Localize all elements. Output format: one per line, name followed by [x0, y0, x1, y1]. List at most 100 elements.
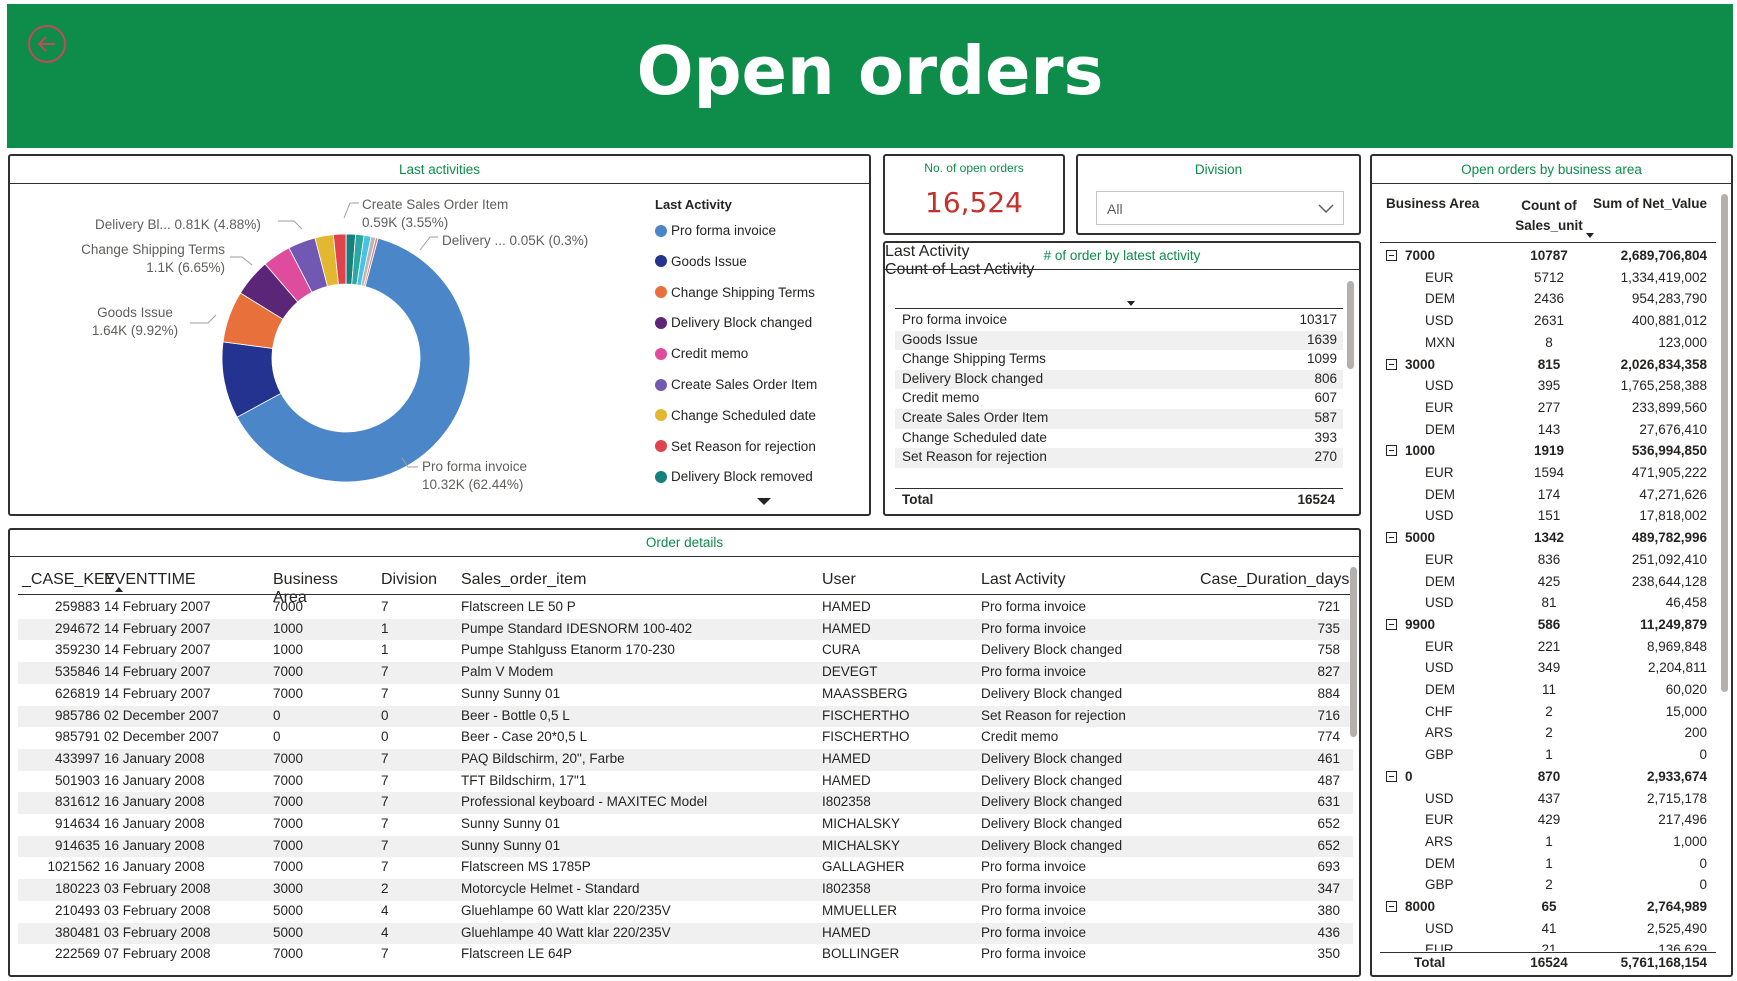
- activity-name-cell: Pro forma invoice: [902, 312, 1008, 327]
- table-row[interactable]: 210493 03 February 2008 5000 4 Gluehlampe 60…: [18, 901, 1353, 923]
- subrow[interactable]: USD 2631 400,881,012: [1380, 311, 1716, 333]
- legend-item[interactable]: Set Reason for rejection: [655, 439, 816, 454]
- legend-item[interactable]: Goods Issue: [655, 254, 747, 269]
- business-area-cell: 0: [273, 707, 281, 723]
- collapse-icon[interactable]: [1386, 770, 1397, 782]
- subrow[interactable]: USD 349 2,204,811: [1380, 658, 1716, 680]
- case-duration-cell: 436: [1317, 924, 1340, 940]
- subrow[interactable]: EUR 221 8,969,848: [1380, 637, 1716, 659]
- table-row[interactable]: Goods Issue 1639: [895, 330, 1343, 351]
- table-row[interactable]: 914634 16 January 2008 7000 7 Sunny Sunny 01…: [18, 814, 1353, 836]
- group-row[interactable]: 9900 586 11,249,879: [1380, 615, 1716, 637]
- group-row[interactable]: 7000 10787 2,689,706,804: [1380, 246, 1716, 268]
- table-row[interactable]: 914635 16 January 2008 7000 7 Sunny Sunny 01…: [18, 835, 1353, 858]
- count-cell: 349: [1537, 660, 1561, 676]
- legend-item[interactable]: Change Scheduled date: [655, 408, 816, 423]
- table-row[interactable]: 259883 14 February 2007 7000 7 Flatscreen LE…: [18, 597, 1353, 619]
- table-row[interactable]: Credit memo 607: [895, 389, 1343, 409]
- collapse-icon[interactable]: [1386, 618, 1397, 630]
- case-duration-cell: 652: [1317, 837, 1340, 853]
- table-row[interactable]: 535846 14 February 2007 7000 7 Palm V Modem D…: [18, 662, 1353, 684]
- table-row[interactable]: 294672 14 February 2007 1000 1 Pumpe Standar…: [18, 618, 1353, 641]
- subrow[interactable]: USD 151 17,818,002: [1380, 506, 1716, 528]
- scrollbar[interactable]: [1721, 194, 1728, 692]
- count-cell: 277: [1537, 399, 1561, 415]
- business-area-cell: 5000: [273, 924, 304, 940]
- legend-item[interactable]: Change Shipping Terms: [655, 285, 815, 300]
- subrow[interactable]: USD 41 2,525,490: [1380, 919, 1716, 941]
- scrollbar[interactable]: [1350, 567, 1357, 737]
- subrow[interactable]: USD 81 46,458: [1380, 593, 1716, 615]
- column-header-division[interactable]: Division: [381, 571, 451, 589]
- legend-item[interactable]: Credit memo: [655, 346, 748, 361]
- table-row[interactable]: Set Reason for rejection 270: [895, 448, 1343, 468]
- subrow[interactable]: DEM 11 60,020: [1380, 680, 1716, 702]
- collapse-icon[interactable]: [1386, 445, 1397, 457]
- column-header-case-duration[interactable]: Case_Duration_days: [1200, 571, 1349, 589]
- legend-scroll-down-icon[interactable]: [757, 498, 771, 505]
- division-dropdown[interactable]: All: [1096, 191, 1344, 225]
- group-row[interactable]: 8000 65 2,764,989: [1380, 897, 1716, 919]
- activity-count-cell: 607: [1314, 390, 1337, 406]
- subrow[interactable]: CHF 2 15,000: [1380, 702, 1716, 724]
- subrow[interactable]: EUR 836 251,092,410: [1380, 550, 1716, 572]
- legend-item[interactable]: Delivery Block removed: [655, 469, 813, 484]
- column-header-sales-order-item[interactable]: Sales_order_item: [461, 571, 791, 589]
- subrow[interactable]: DEM 143 27,676,410: [1380, 420, 1716, 442]
- table-row[interactable]: 985786 02 December 2007 0 0 Beer - Bottle 0,…: [18, 705, 1353, 728]
- subrow[interactable]: EUR 1594 471,905,222: [1380, 463, 1716, 485]
- subrow[interactable]: ARS 2 200: [1380, 723, 1716, 745]
- column-header-last-activity[interactable]: Last Activity: [981, 571, 1181, 589]
- subrow[interactable]: DEM 1 0: [1380, 854, 1716, 876]
- subrow[interactable]: USD 437 2,715,178: [1380, 789, 1716, 811]
- subrow[interactable]: DEM 2436 954,283,790: [1380, 289, 1716, 311]
- column-header-user[interactable]: User: [822, 571, 972, 589]
- last-activity-cell: Pro forma invoice: [981, 859, 1087, 875]
- column-header-count[interactable]: Count of Last Activity: [885, 261, 1359, 279]
- group-row[interactable]: 0 870 2,933,674: [1380, 767, 1716, 789]
- subrow[interactable]: ARS 1 1,000: [1380, 832, 1716, 854]
- activity-count-cell: 806: [1314, 370, 1337, 386]
- legend-item[interactable]: Pro forma invoice: [655, 223, 776, 238]
- subrow[interactable]: DEM 425 238,644,128: [1380, 572, 1716, 594]
- table-row[interactable]: 626819 14 February 2007 7000 7 Sunny Sunny 0…: [18, 684, 1353, 706]
- table-row[interactable]: 501903 16 January 2008 7000 7 TFT Bildschirm…: [18, 771, 1353, 793]
- subrow[interactable]: MXN 8 123,000: [1380, 333, 1716, 355]
- table-row[interactable]: Change Scheduled date 393: [895, 429, 1343, 449]
- group-row[interactable]: 5000 1342 489,782,996: [1380, 528, 1716, 550]
- count-cell: 143: [1537, 421, 1561, 437]
- subrow[interactable]: GBP 2 0: [1380, 875, 1716, 897]
- table-row[interactable]: 222569 07 February 2008 7000 7 Flatscreen LE…: [18, 944, 1353, 966]
- legend-item[interactable]: Create Sales Order Item: [655, 377, 817, 392]
- subrow[interactable]: EUR 21 136,629: [1380, 940, 1716, 951]
- table-row[interactable]: Pro forma invoice 10317: [895, 311, 1343, 331]
- column-header-case-key[interactable]: _CASE_KEY: [22, 571, 115, 589]
- subrow[interactable]: USD 395 1,765,258,388: [1380, 376, 1716, 398]
- column-header-eventtime[interactable]: EVENTTIME: [104, 571, 244, 589]
- legend-item[interactable]: Delivery Block changed: [655, 315, 812, 330]
- collapse-icon[interactable]: [1386, 532, 1397, 544]
- table-row[interactable]: 1021562 16 January 2008 7000 7 Flatscreen MS…: [18, 857, 1353, 879]
- collapse-icon[interactable]: [1386, 358, 1397, 370]
- group-label: 0: [1405, 768, 1413, 784]
- scrollbar[interactable]: [1347, 281, 1354, 369]
- table-row[interactable]: 831612 16 January 2008 7000 7 Professional k…: [18, 792, 1353, 814]
- table-row[interactable]: 359230 14 February 2007 1000 1 Pumpe Stahlgu…: [18, 640, 1353, 662]
- collapse-icon[interactable]: [1386, 250, 1397, 261]
- subrow[interactable]: EUR 277 233,899,560: [1380, 398, 1716, 420]
- collapse-icon[interactable]: [1386, 901, 1397, 912]
- subrow[interactable]: EUR 429 217,496: [1380, 810, 1716, 832]
- group-row[interactable]: 3000 815 2,026,834,358: [1380, 355, 1716, 377]
- business-area-cell: 5000: [273, 902, 304, 918]
- subrow[interactable]: DEM 174 47,271,626: [1380, 485, 1716, 507]
- subrow[interactable]: EUR 5712 1,334,419,002: [1380, 268, 1716, 290]
- table-row[interactable]: 985791 02 December 2007 0 0 Beer - Case 20*0…: [18, 727, 1353, 749]
- table-row[interactable]: 433997 16 January 2008 7000 7 PAQ Bildschirm…: [18, 748, 1353, 771]
- table-row[interactable]: Change Shipping Terms 1099: [895, 350, 1343, 370]
- table-row[interactable]: 380481 03 February 2008 5000 4 Gluehlampe 40…: [18, 922, 1353, 945]
- table-row[interactable]: Create Sales Order Item 587: [895, 409, 1343, 429]
- table-row[interactable]: 180223 03 February 2008 3000 2 Motorcycle He…: [18, 879, 1353, 901]
- group-row[interactable]: 1000 1919 536,994,850: [1380, 441, 1716, 463]
- subrow[interactable]: GBP 1 0: [1380, 745, 1716, 767]
- table-row[interactable]: Delivery Block changed 806: [895, 369, 1343, 390]
